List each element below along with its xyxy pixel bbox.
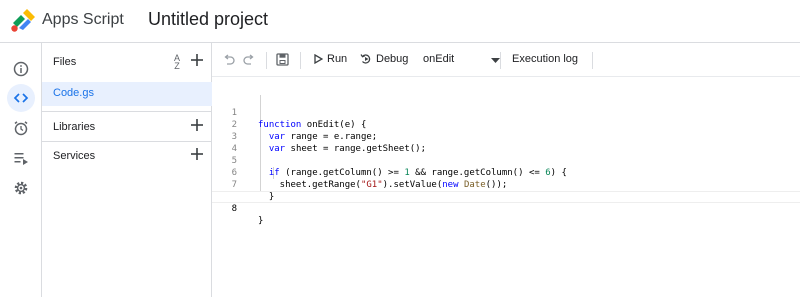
triggers-button[interactable] (7, 114, 35, 142)
alarm-clock-icon (14, 121, 28, 136)
libraries-label: Libraries (53, 121, 96, 133)
gear-icon (14, 181, 28, 195)
code-line: 2 var range = e.range; (212, 107, 800, 142)
code-line: 7 } (212, 167, 800, 202)
debug-icon (360, 54, 371, 64)
libraries-section: Libraries (42, 113, 212, 143)
save-icon[interactable] (276, 53, 289, 66)
editor-toolbar: Run Debug onEdit Execution log (212, 43, 800, 77)
run-button[interactable]: Run (314, 53, 347, 65)
file-item-code-gs[interactable]: Code.gs (42, 82, 212, 106)
function-select-value: onEdit (423, 53, 455, 65)
code-line: 3 var sheet = range.getSheet(); (212, 119, 800, 154)
divider (42, 111, 212, 112)
add-file-icon[interactable] (190, 53, 204, 67)
toolbar-separator (592, 52, 593, 69)
redo-icon[interactable] (243, 54, 256, 66)
toolbar-separator (500, 52, 501, 69)
services-section: Services (42, 142, 212, 172)
run-label: Run (327, 53, 348, 65)
files-panel: Files A Z Code.gs Libraries Services (42, 43, 212, 297)
function-select[interactable]: onEdit (423, 53, 503, 65)
line-number: 8 (231, 204, 237, 214)
app-header: Apps Script Untitled project (0, 0, 800, 43)
sort-az-button[interactable]: A Z (174, 54, 180, 71)
editor-button[interactable] (7, 84, 35, 112)
files-label: Files (53, 56, 77, 68)
overview-button[interactable] (7, 55, 35, 83)
code-text: sheet.getRange("G1").setValue(new Date()… (258, 180, 508, 190)
debug-label: Debug (376, 53, 409, 65)
file-name: Code.gs (53, 87, 94, 99)
toolbar-separator (266, 52, 267, 69)
apps-script-logo-icon[interactable] (10, 9, 36, 33)
code-line: 1 function onEdit(e) { (212, 95, 800, 130)
debug-button[interactable]: Debug (360, 53, 408, 65)
undo-icon[interactable] (222, 54, 235, 66)
info-icon (13, 61, 29, 77)
add-service-icon[interactable] (190, 147, 204, 161)
brand-name: Apps Script (42, 11, 124, 28)
execution-log-label: Execution log (512, 53, 579, 65)
toolbar-separator (300, 52, 301, 69)
code-text: } (258, 216, 264, 226)
code-line: 8 } (212, 191, 800, 226)
sort-label-z: Z (174, 61, 180, 71)
code-editor[interactable]: 1 function onEdit(e) { 2 var range = e.r… (212, 77, 800, 297)
files-header: Files A Z (42, 48, 212, 78)
executions-button[interactable] (7, 144, 35, 172)
project-title[interactable]: Untitled project (148, 9, 268, 30)
code-line: 5 if (range.getColumn() >= 1 && range.ge… (212, 143, 800, 178)
add-library-icon[interactable] (190, 118, 204, 132)
code-line: 4 (212, 131, 800, 154)
executions-icon (14, 153, 28, 165)
play-icon (314, 54, 323, 64)
dropdown-arrow-icon (491, 58, 500, 63)
execution-log-button[interactable]: Execution log (512, 53, 578, 65)
settings-button[interactable] (7, 174, 35, 202)
line-number: 7 (231, 180, 237, 190)
code-icon (13, 93, 29, 103)
services-label: Services (53, 150, 96, 162)
code-line: 6 sheet.getRange("G1").setValue(new Date… (212, 155, 800, 190)
left-nav-rail (0, 43, 42, 297)
